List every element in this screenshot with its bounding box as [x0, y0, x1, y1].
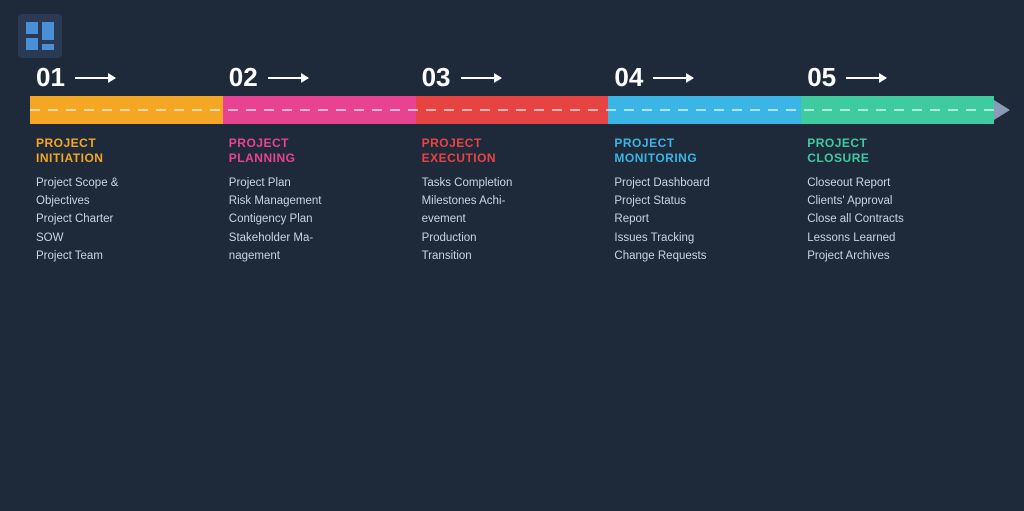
list-item: Report [614, 211, 795, 228]
step-col-02: 02 [223, 64, 416, 92]
bar-segment-04 [608, 96, 801, 124]
list-item: Transition [422, 248, 603, 265]
step-number-01: 01 [36, 64, 115, 90]
list-item: Contigency Plan [229, 211, 410, 228]
content-col-01: PROJECTINITIATION Project Scope &Objectiv… [30, 136, 223, 266]
content-col-02: PROJECTPLANNING Project PlanRisk Manageme… [223, 136, 416, 266]
list-item: Production [422, 230, 603, 247]
timeline-section: 01 02 03 04 05 PROJECTINITIAT [30, 64, 994, 266]
bar-segment-01 [30, 96, 223, 124]
phase-items-01: Project Scope &ObjectivesProject Charter… [36, 175, 217, 265]
list-item: evement [422, 211, 603, 228]
step-arrow-05 [846, 77, 886, 79]
list-item: Lessons Learned [807, 230, 988, 247]
list-item: Project Charter [36, 211, 217, 228]
logo [18, 14, 62, 58]
list-item: Objectives [36, 193, 217, 210]
phase-items-02: Project PlanRisk ManagementContigency Pl… [229, 175, 410, 265]
list-item: Tasks Completion [422, 175, 603, 192]
timeline-bar [30, 96, 994, 124]
step-col-04: 04 [608, 64, 801, 92]
list-item: SOW [36, 230, 217, 247]
steps-row: 01 02 03 04 05 [30, 64, 994, 92]
list-item: Project Archives [807, 248, 988, 265]
step-number-05: 05 [807, 64, 886, 90]
list-item: Close all Contracts [807, 211, 988, 228]
list-item: Stakeholder Ma- [229, 230, 410, 247]
phase-title-02: PROJECTPLANNING [229, 136, 410, 167]
list-item: Clients' Approval [807, 193, 988, 210]
step-number-03: 03 [422, 64, 501, 90]
step-arrow-03 [461, 77, 501, 79]
phase-title-01: PROJECTINITIATION [36, 136, 217, 167]
list-item: Project Status [614, 193, 795, 210]
list-item: Change Requests [614, 248, 795, 265]
bar-segment-03 [416, 96, 609, 124]
step-col-01: 01 [30, 64, 223, 92]
phase-title-03: PROJECTEXECUTION [422, 136, 603, 167]
list-item: Issues Tracking [614, 230, 795, 247]
step-number-02: 02 [229, 64, 308, 90]
list-item: Milestones Achi- [422, 193, 603, 210]
bar-segment-05 [801, 96, 994, 124]
phase-items-03: Tasks CompletionMilestones Achi-evement P… [422, 175, 603, 265]
list-item: Project Team [36, 248, 217, 265]
phase-title-05: PROJECTCLOSURE [807, 136, 988, 167]
step-col-03: 03 [416, 64, 609, 92]
list-item: Project Plan [229, 175, 410, 192]
step-number-04: 04 [614, 64, 693, 90]
step-arrow-04 [653, 77, 693, 79]
timeline-end-arrow [994, 100, 1010, 120]
list-item: Project Dashboard [614, 175, 795, 192]
phase-items-04: Project DashboardProject StatusReport Iss… [614, 175, 795, 265]
content-col-05: PROJECTCLOSURE Closeout ReportClients' Ap… [801, 136, 994, 266]
list-item: Closeout Report [807, 175, 988, 192]
step-arrow-02 [268, 77, 308, 79]
bar-segment-02 [223, 96, 416, 124]
list-item: nagement [229, 248, 410, 265]
step-arrow-01 [75, 77, 115, 79]
content-row: PROJECTINITIATION Project Scope &Objectiv… [30, 136, 994, 266]
content-col-03: PROJECTEXECUTION Tasks CompletionMileston… [416, 136, 609, 266]
list-item: Project Scope & [36, 175, 217, 192]
phases-container: PROJECTINITIATION Project Scope &Objectiv… [30, 96, 994, 266]
phase-title-04: PROJECTMONITORING [614, 136, 795, 167]
phase-items-05: Closeout ReportClients' ApprovalClose al… [807, 175, 988, 265]
content-col-04: PROJECTMONITORING Project DashboardProjec… [608, 136, 801, 266]
list-item: Risk Management [229, 193, 410, 210]
step-col-05: 05 [801, 64, 994, 92]
